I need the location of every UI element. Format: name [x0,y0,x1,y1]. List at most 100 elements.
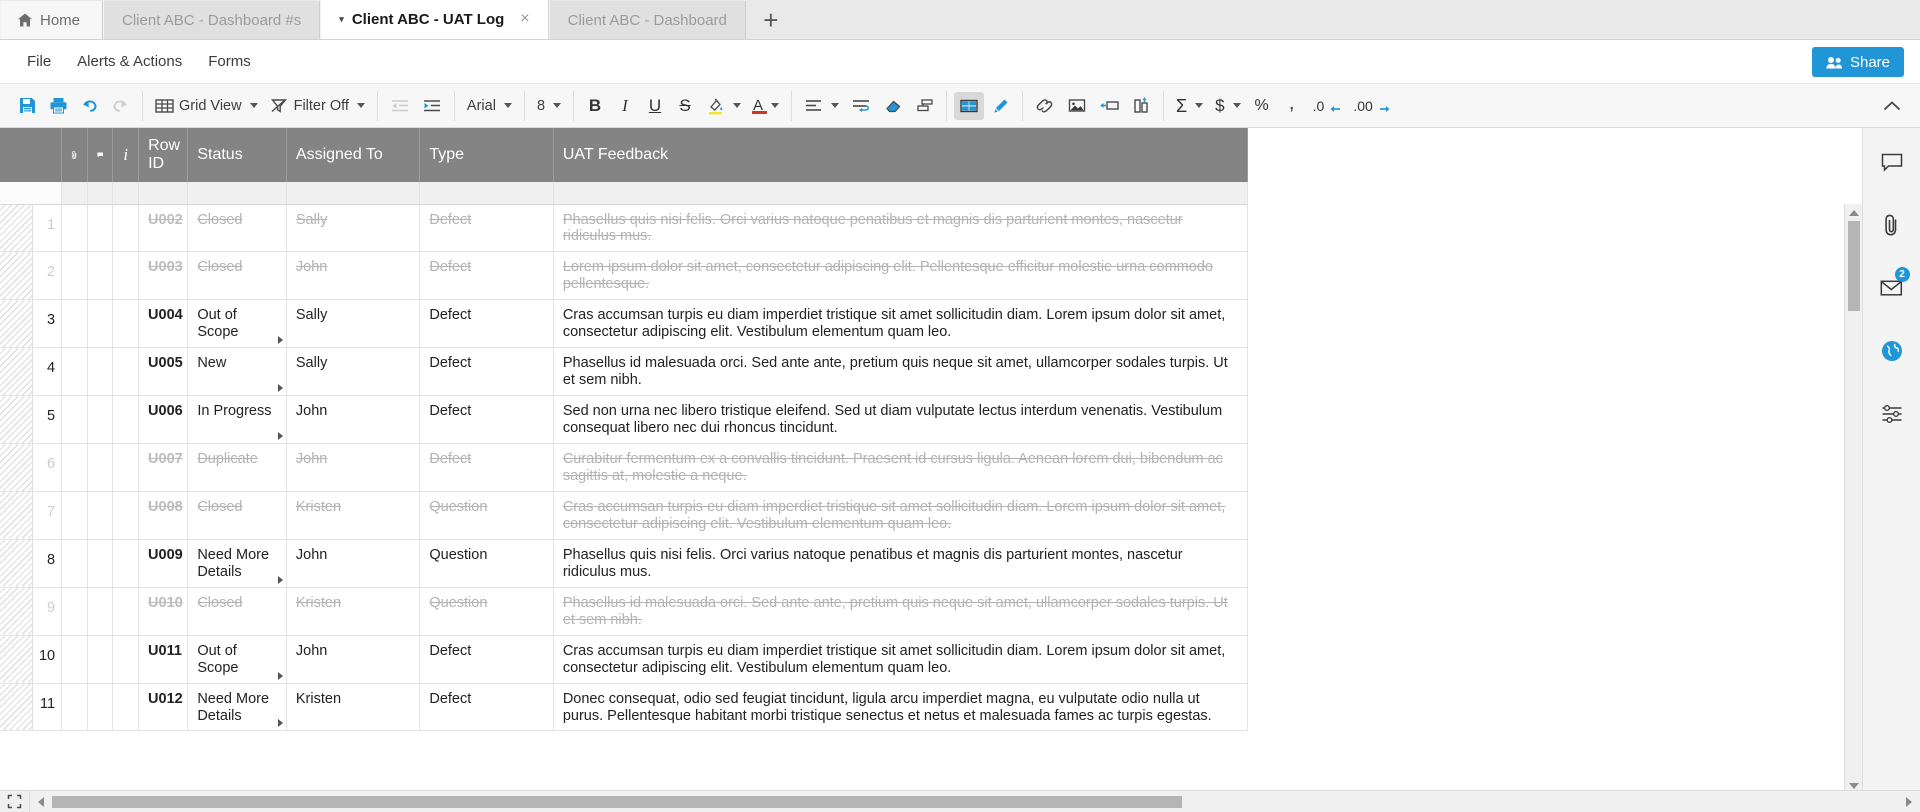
cell-row-id[interactable]: U011 [138,635,189,684]
cell-info[interactable] [112,587,140,636]
tab-home[interactable]: Home [0,1,104,39]
cell-comment[interactable] [87,683,114,732]
vertical-scroll-thumb[interactable] [1848,221,1860,311]
cell-row-id[interactable]: U008 [138,491,189,540]
cell-attachment[interactable] [61,251,88,301]
cell-uat-feedback[interactable]: Phasellus id malesuada orci. Sed ante an… [553,587,1249,636]
cell-info[interactable] [112,395,140,445]
horizontal-scroll-thumb[interactable] [52,795,1182,808]
highlight-button[interactable] [986,92,1015,120]
cell-info[interactable] [112,347,140,397]
row-drag-handle[interactable] [0,539,34,588]
column-header-status[interactable]: Status [187,128,287,182]
cell-status[interactable]: Need More Details [187,539,287,588]
insert-row-button[interactable] [1094,92,1125,120]
column-header-info[interactable]: i [112,128,140,182]
table-row[interactable]: 5 U006 In Progress John Defect Sed non urna n… [0,395,1249,445]
wrap-text-button[interactable] [846,92,877,120]
horizontal-scroll-track[interactable] [52,791,1898,812]
column-header-assigned-to[interactable]: Assigned To [286,128,421,182]
collapse-toolbar-button[interactable] [1878,92,1906,120]
row-drag-handle[interactable] [0,443,34,492]
chevron-down-icon[interactable] [771,103,780,108]
chevron-down-icon[interactable] [1195,103,1204,108]
cell-assigned-to[interactable]: Sally [286,347,421,397]
chevron-down-icon[interactable] [503,103,512,108]
chevron-right-icon[interactable] [277,719,283,728]
align-button[interactable] [799,92,844,120]
cell-uat-feedback[interactable]: Donec consequat, odio sed feugiat tincid… [553,683,1249,732]
cell-type[interactable]: Question [419,491,554,540]
chevron-down-icon[interactable] [553,103,562,108]
chevron-down-icon[interactable] [249,103,258,108]
cell-info[interactable] [112,491,140,540]
cell-type[interactable]: Defect [419,204,554,253]
cell-info[interactable] [112,539,140,588]
cell-uat-feedback[interactable]: Phasellus id malesuada orci. Sed ante an… [553,347,1249,397]
column-header-uat-feedback[interactable]: UAT Feedback [553,128,1249,182]
chevron-right-icon[interactable] [277,671,283,680]
cell-uat-feedback[interactable]: Lorem ipsum dolor sit amet, consectetur … [553,251,1249,301]
chevron-right-icon[interactable] [277,575,283,584]
table-row[interactable]: 9 U010 Closed Kristen Question Phasellus id m… [0,587,1249,636]
cell-status[interactable]: Closed [187,204,287,253]
row-drag-handle[interactable] [0,251,34,301]
cell-borders-button[interactable] [954,91,985,120]
table-row[interactable]: 11 U012 Need More Details Kristen Defect Done… [0,683,1249,732]
cell-status[interactable]: Out of Scope [187,635,287,684]
indent-button[interactable] [417,92,447,120]
cell-row-id[interactable]: U003 [138,251,189,301]
cell-row-id[interactable]: U006 [138,395,189,445]
cell-assigned-to[interactable]: John [286,251,421,301]
column-header-row-id[interactable]: Row ID [138,128,189,182]
redo-button[interactable] [106,92,135,120]
cell-uat-feedback[interactable]: Phasellus quis nisi felis. Orci varius n… [553,539,1249,588]
cell-status[interactable]: Closed [187,587,287,636]
undo-button[interactable] [75,92,104,120]
cell-comment[interactable] [87,204,114,253]
chevron-down-icon[interactable] [831,103,840,108]
cell-type[interactable]: Defect [419,299,554,349]
table-row[interactable]: 4 U005 New Sally Defect Phasellus id malesuad… [0,347,1249,397]
cell-info[interactable] [112,635,140,684]
cell-attachment[interactable] [61,539,88,588]
cell-status[interactable]: Need More Details [187,683,287,732]
cell-assigned-to[interactable]: Kristen [286,491,421,540]
cell-assigned-to[interactable]: Kristen [286,683,421,732]
cell-row-id[interactable]: U007 [138,443,189,492]
row-drag-handle[interactable] [0,299,34,349]
print-button[interactable] [44,92,73,120]
scroll-left-button[interactable] [30,791,52,812]
cell-attachment[interactable] [61,683,88,732]
new-tab-button[interactable]: + [745,1,796,39]
cell-comment[interactable] [87,347,114,397]
font-family-select[interactable]: Arial [462,92,517,120]
cell-assigned-to[interactable]: John [286,443,421,492]
chevron-right-icon[interactable] [277,336,283,345]
cell-row-id[interactable]: U010 [138,587,189,636]
cell-attachment[interactable] [61,395,88,445]
cell-assigned-to[interactable]: Kristen [286,587,421,636]
text-color-button[interactable]: A [748,92,784,120]
cell-info[interactable] [112,204,140,253]
cell-assigned-to[interactable]: John [286,539,421,588]
share-button[interactable]: Share [1811,47,1904,77]
menu-item-file[interactable]: File [14,40,64,84]
cell-uat-feedback[interactable]: Curabitur fermentum ex a convallis tinci… [553,443,1249,492]
row-drag-handle[interactable] [0,587,34,636]
cell-type[interactable]: Question [419,587,554,636]
table-row[interactable]: 3 U004 Out of Scope Sally Defect Cras accumsa… [0,299,1249,349]
table-row[interactable]: 7 U008 Closed Kristen Question Cras accumsan … [0,491,1249,540]
chevron-down-icon[interactable]: ▾ [339,14,344,24]
table-row[interactable]: 2 U003 Closed John Defect Lorem ipsum dolor s… [0,251,1249,301]
expand-button[interactable] [0,790,30,812]
menu-item-alerts-actions[interactable]: Alerts & Actions [64,40,195,84]
cell-type[interactable]: Defect [419,683,554,732]
fill-color-button[interactable] [701,92,746,120]
outdent-button[interactable] [385,92,415,120]
cell-attachment[interactable] [61,635,88,684]
cell-status[interactable]: Closed [187,251,287,301]
font-size-select[interactable]: 8 [532,92,566,120]
cell-row-id[interactable]: U012 [138,683,189,732]
activity-log-button[interactable] [1875,398,1909,430]
